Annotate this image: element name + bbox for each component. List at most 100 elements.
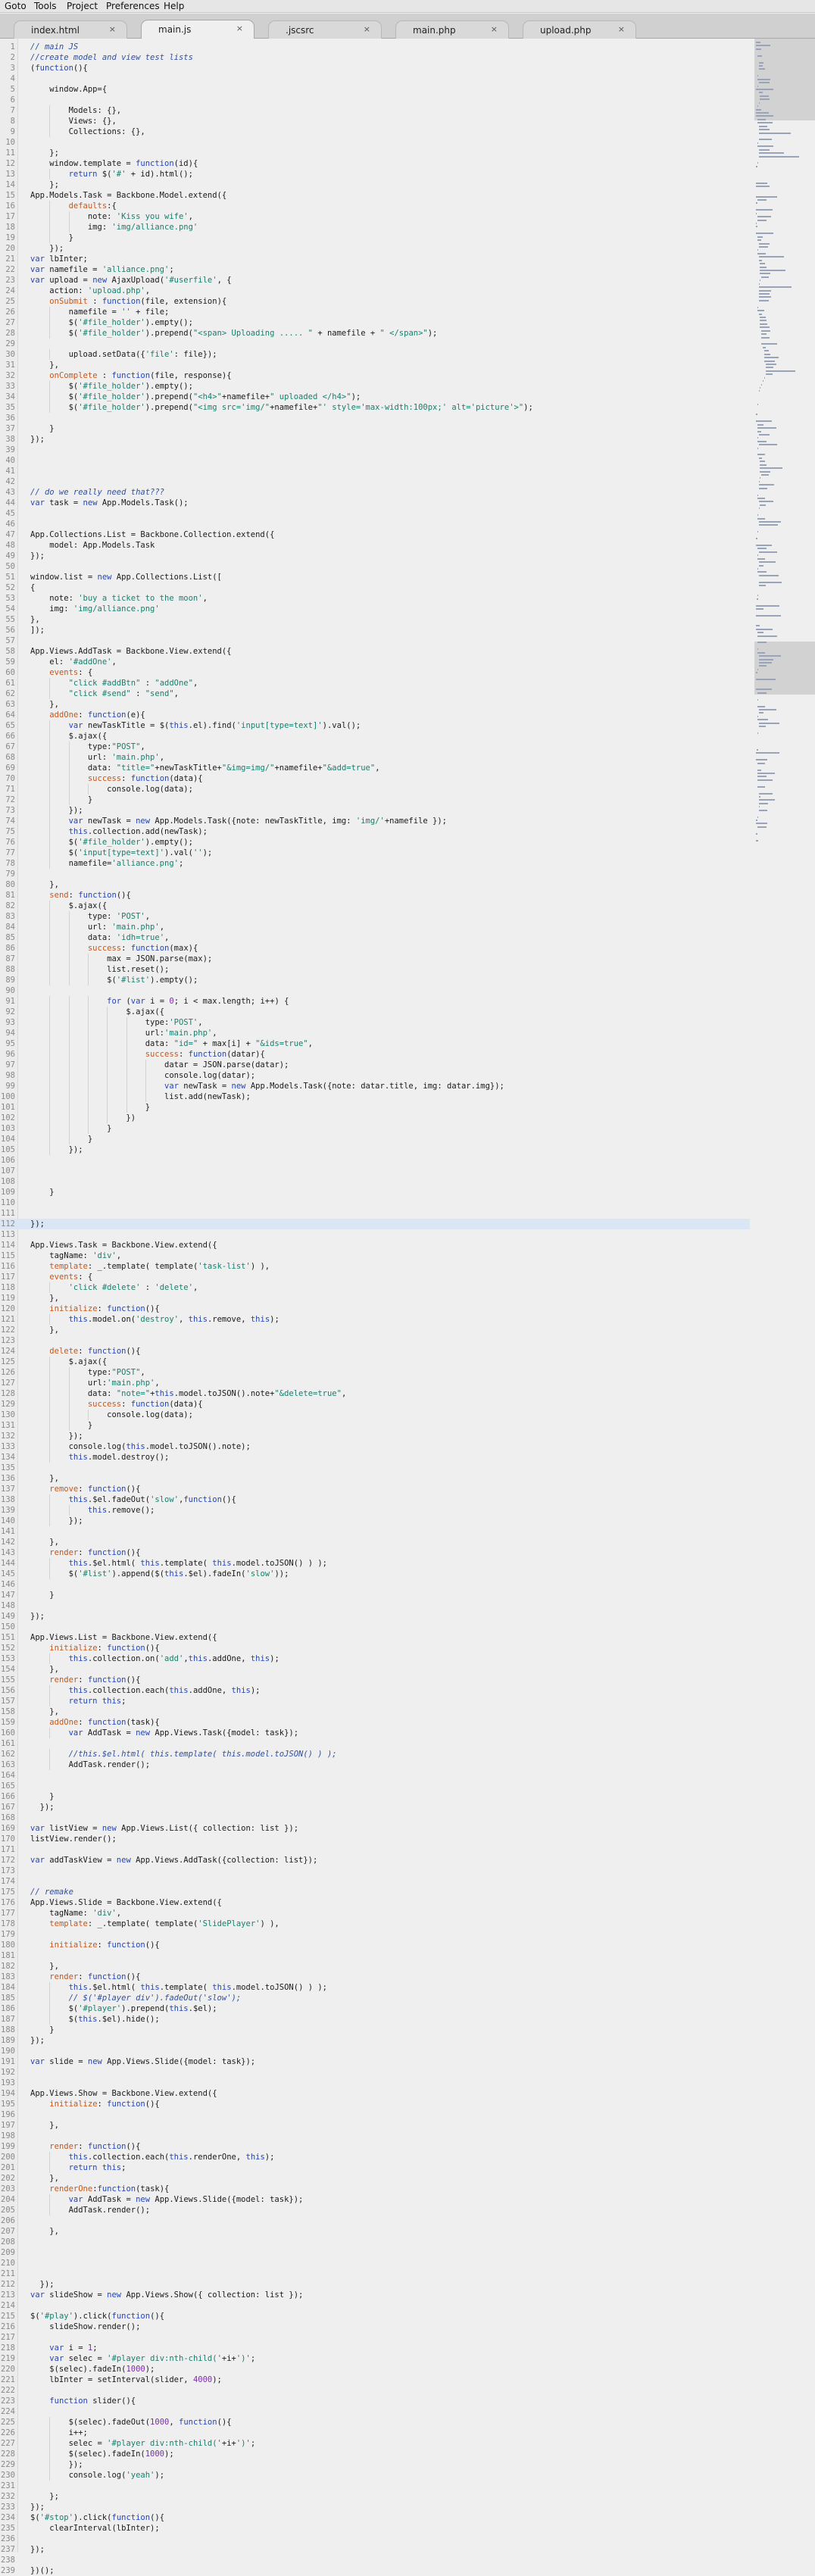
code-line[interactable]: 3 (function(){ (0, 63, 750, 73)
code-line[interactable]: 206 (0, 2215, 750, 2226)
code-line[interactable]: 192 (0, 2067, 750, 2078)
code-line[interactable]: 157 return this; (0, 1696, 750, 1706)
code-line[interactable]: 202 }, (0, 2173, 750, 2184)
close-icon[interactable]: × (236, 23, 243, 33)
code-line[interactable]: 7 Models: {}, (0, 105, 750, 116)
code-line[interactable]: 30 upload.setData({'file': file}); (0, 349, 750, 360)
code-line[interactable]: 221 lbInter = setInterval(slider, 4000); (0, 2375, 750, 2385)
code-line[interactable]: 196 (0, 2109, 750, 2120)
code-line[interactable]: 126 type:"POST", (0, 1367, 750, 1378)
code-line[interactable]: 81 send: function(){ (0, 890, 750, 901)
code-line[interactable]: 177 tagName: 'div', (0, 1908, 750, 1919)
code-line[interactable]: 55}, (0, 614, 750, 625)
code-line[interactable]: 140 }); (0, 1516, 750, 1526)
code-line[interactable]: 239})(); (0, 2565, 750, 2576)
code-line[interactable]: 28 $('#file_holder').prepend("<span> Upl… (0, 328, 750, 339)
code-line[interactable]: 36 (0, 413, 750, 423)
code-line[interactable]: 191 var slide = new App.Views.Slide({mode… (0, 2056, 750, 2067)
code-line[interactable]: 139 this.remove(); (0, 1505, 750, 1516)
code-line[interactable]: 18 img: 'img/alliance.png' (0, 222, 750, 233)
code-line[interactable]: 164 (0, 1770, 750, 1781)
code-line[interactable]: 89 $('#list').empty(); (0, 975, 750, 985)
code-line[interactable]: 79 (0, 869, 750, 879)
code-line[interactable]: 131 } (0, 1420, 750, 1431)
code-line[interactable]: 152 initialize: function(){ (0, 1643, 750, 1653)
code-line[interactable]: 232 }; (0, 2491, 750, 2502)
code-line[interactable]: 61 "click #addBtn" : "addOne", (0, 678, 750, 688)
code-line[interactable]: 190 (0, 2046, 750, 2056)
code-line[interactable]: 9 Collections: {}, (0, 126, 750, 137)
code-line[interactable]: 120 initialize: function(){ (0, 1304, 750, 1314)
code-line[interactable]: 78 namefile='alliance.png'; (0, 858, 750, 869)
tab-main-php[interactable]: main.php × (395, 20, 509, 39)
code-line[interactable]: 236 (0, 2534, 750, 2544)
code-line[interactable]: 29 (0, 339, 750, 349)
close-icon[interactable]: × (109, 24, 116, 34)
code-line[interactable]: 82 $.ajax({ (0, 901, 750, 911)
code-line[interactable]: 142 }, (0, 1537, 750, 1547)
code-line[interactable]: 2 //create model and view test lists (0, 52, 750, 63)
code-line[interactable]: 42 (0, 476, 750, 487)
code-line[interactable]: 154 }, (0, 1664, 750, 1675)
code-line[interactable]: 100 list.add(newTask); (0, 1091, 750, 1102)
code-line[interactable]: 44 var task = new App.Models.Task(); (0, 498, 750, 508)
code-line[interactable]: 205 AddTask.render(); (0, 2205, 750, 2215)
code-line[interactable]: 148 (0, 1600, 750, 1611)
code-line[interactable]: 237}); (0, 2544, 750, 2555)
code-line[interactable]: 10 (0, 137, 750, 148)
code-line[interactable]: 105 }); (0, 1144, 750, 1155)
code-line[interactable]: 210 (0, 2258, 750, 2268)
code-line[interactable]: 213 var slideShow = new App.Views.Show({ … (0, 2290, 750, 2300)
code-line[interactable]: 228 $(selec).fadeIn(1000); (0, 2449, 750, 2459)
code-line[interactable]: 188 } (0, 2025, 750, 2035)
code-line[interactable]: 184 this.$el.html( this.template( this.m… (0, 1982, 750, 1993)
code-line[interactable]: 90 (0, 985, 750, 996)
code-line[interactable]: 76 $('#file_holder').empty(); (0, 837, 750, 848)
code-line[interactable]: 8 Views: {}, (0, 116, 750, 126)
code-line[interactable]: 149}); (0, 1611, 750, 1622)
code-line[interactable]: 67 type:"POST", (0, 742, 750, 752)
code-line[interactable]: 35 $('#file_holder').prepend("<img src='… (0, 402, 750, 413)
code-line[interactable]: 185 // $('#player div').fadeOut('slow'); (0, 1993, 750, 2003)
code-line[interactable]: 233}); (0, 2502, 750, 2512)
close-icon[interactable]: × (491, 24, 498, 34)
code-line[interactable]: 58 App.Views.AddTask = Backbone.View.exte… (0, 646, 750, 657)
code-line[interactable]: 167 }); (0, 1802, 750, 1813)
code-line[interactable]: 175 // remake (0, 1887, 750, 1897)
code-line[interactable]: 231 (0, 2481, 750, 2491)
close-icon[interactable]: × (618, 24, 625, 34)
code-line[interactable]: 183 render: function(){ (0, 1972, 750, 1982)
code-line[interactable]: 159 addOne: function(task){ (0, 1717, 750, 1728)
code-line[interactable]: 31 }, (0, 360, 750, 370)
code-line[interactable]: 234 $('#stop').click(function(){ (0, 2512, 750, 2523)
code-line[interactable]: 84 url: 'main.php', (0, 922, 750, 932)
code-line[interactable]: 129 success: function(data){ (0, 1399, 750, 1410)
code-line[interactable]: 118 'click #delete' : 'delete', (0, 1282, 750, 1293)
code-line[interactable]: 162 //this.$el.html( this.template( this… (0, 1749, 750, 1759)
code-line[interactable]: 87 max = JSON.parse(max); (0, 954, 750, 964)
code-line[interactable]: 119 }, (0, 1293, 750, 1304)
code-line[interactable]: 24 action: 'upload.php', (0, 286, 750, 296)
code-line[interactable]: 98 console.log(datar); (0, 1070, 750, 1081)
code-line[interactable]: 96 success: function(datar){ (0, 1049, 750, 1060)
code-line[interactable]: 132 }); (0, 1431, 750, 1441)
code-line[interactable]: 195 initialize: function(){ (0, 2099, 750, 2109)
code-line[interactable]: 72 } (0, 795, 750, 805)
code-line[interactable]: 186 $('#player').prepend(this.$el); (0, 2003, 750, 2014)
code-line[interactable]: 75 this.collection.add(newTask); (0, 826, 750, 837)
code-line[interactable]: 214 (0, 2300, 750, 2311)
code-line[interactable]: 203 renderOne:function(task){ (0, 2184, 750, 2194)
code-line[interactable]: 41 (0, 466, 750, 476)
code-line[interactable]: 17 note: 'Kiss you wife', (0, 211, 750, 222)
code-line[interactable]: 45 (0, 508, 750, 519)
code-line[interactable]: 6 (0, 95, 750, 105)
code-line[interactable]: 117 events: { (0, 1272, 750, 1282)
menu-goto[interactable]: Goto (5, 1, 27, 11)
code-line[interactable]: 62 "click #send" : "send", (0, 688, 750, 699)
tab-main-js[interactable]: main.js × (141, 20, 254, 39)
code-line[interactable]: 147 } (0, 1590, 750, 1600)
code-line[interactable]: 16 defaults:{ (0, 201, 750, 211)
code-line[interactable]: 180 initialize: function(){ (0, 1940, 750, 1950)
code-line[interactable]: 64 addOne: function(e){ (0, 710, 750, 720)
code-line[interactable]: 223 function slider(){ (0, 2396, 750, 2406)
